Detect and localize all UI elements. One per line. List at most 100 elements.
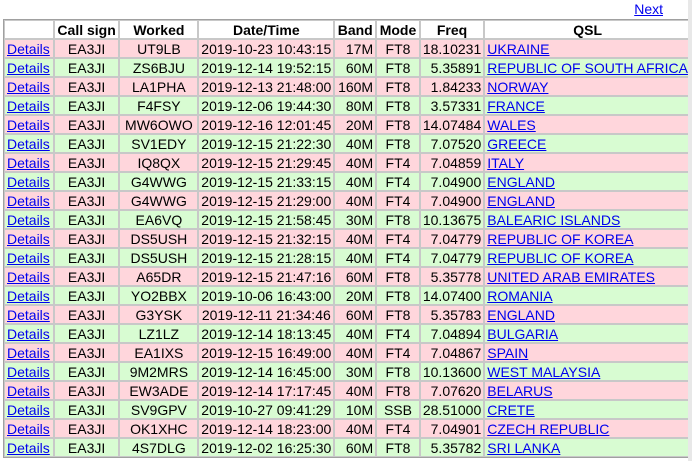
freq-cell: 5.35778 <box>419 267 485 286</box>
worked-cell: G4WWG <box>119 191 199 210</box>
page-edge <box>688 0 692 461</box>
mode-cell: FT8 <box>376 96 420 115</box>
details-cell: Details <box>4 115 54 134</box>
call-sign-cell: EA3JI <box>53 191 120 210</box>
call-sign-cell: EA3JI <box>53 248 120 267</box>
details-link[interactable]: Details <box>7 98 50 114</box>
details-link[interactable]: Details <box>7 60 50 76</box>
worked-cell: EA6VQ <box>119 210 199 229</box>
details-link[interactable]: Details <box>7 345 50 361</box>
call-sign-cell: EA3JI <box>53 210 120 229</box>
details-link[interactable]: Details <box>7 440 50 456</box>
table-row: Details EA3JI SV1EDY 2019-12-15 21:22:30 40M… <box>4 134 691 153</box>
band-cell: 60M <box>334 305 377 324</box>
qsl-country-link[interactable]: ENGLAND <box>487 193 555 209</box>
freq-cell: 7.07520 <box>419 134 485 153</box>
qsl-country-link[interactable]: CRETE <box>487 402 534 418</box>
band-cell: 30M <box>334 210 377 229</box>
datetime-cell: 2019-12-14 17:17:45 <box>198 381 335 400</box>
datetime-cell: 2019-12-02 16:25:30 <box>198 438 335 457</box>
header-band: Band <box>334 20 377 39</box>
freq-cell: 5.35782 <box>419 438 485 457</box>
datetime-cell: 2019-12-15 16:49:00 <box>198 343 335 362</box>
datetime-cell: 2019-12-15 21:33:15 <box>198 172 335 191</box>
header-freq: Freq <box>419 20 485 39</box>
qsl-country-link[interactable]: REPUBLIC OF SOUTH AFRICA <box>487 60 688 76</box>
qsl-country-link[interactable]: ENGLAND <box>487 307 555 323</box>
qsl-country-link[interactable]: WEST MALAYSIA <box>487 364 600 380</box>
details-cell: Details <box>4 191 54 210</box>
qsl-country-link[interactable]: CZECH REPUBLIC <box>487 421 609 437</box>
qsl-country-link[interactable]: FRANCE <box>487 98 545 114</box>
details-cell: Details <box>4 286 54 305</box>
details-link[interactable]: Details <box>7 326 50 342</box>
qsl-country-cell: SPAIN <box>484 343 691 362</box>
freq-cell: 10.13600 <box>419 362 485 381</box>
qsl-country-cell: REPUBLIC OF SOUTH AFRICA <box>484 58 691 77</box>
freq-cell: 14.07400 <box>419 286 485 305</box>
details-link[interactable]: Details <box>7 421 50 437</box>
freq-cell: 7.04779 <box>419 229 485 248</box>
header-datetime: Date/Time <box>198 20 335 39</box>
next-page-link[interactable]: Next <box>634 1 663 17</box>
mode-cell: FT8 <box>376 267 420 286</box>
qsl-country-link[interactable]: BALEARIC ISLANDS <box>487 212 620 228</box>
qsl-country-link[interactable]: NORWAY <box>487 79 548 95</box>
call-sign-cell: EA3JI <box>53 305 120 324</box>
worked-cell: SV9GPV <box>119 400 199 419</box>
details-link[interactable]: Details <box>7 402 50 418</box>
details-link[interactable]: Details <box>7 79 50 95</box>
details-link[interactable]: Details <box>7 212 50 228</box>
details-link[interactable]: Details <box>7 383 50 399</box>
details-link[interactable]: Details <box>7 193 50 209</box>
qsl-country-cell: ROMANIA <box>484 286 691 305</box>
freq-cell: 7.04867 <box>419 343 485 362</box>
qsl-country-link[interactable]: WALES <box>487 117 536 133</box>
worked-cell: UT9LB <box>119 39 199 58</box>
details-cell: Details <box>4 324 54 343</box>
band-cell: 40M <box>334 248 377 267</box>
details-cell: Details <box>4 39 54 58</box>
qsl-country-link[interactable]: SRI LANKA <box>487 440 560 456</box>
qsl-country-link[interactable]: GREECE <box>487 136 546 152</box>
table-row: Details EA3JI LA1PHA 2019-12-13 21:48:00 160… <box>4 77 691 96</box>
qsl-country-link[interactable]: REPUBLIC OF KOREA <box>487 231 633 247</box>
details-link[interactable]: Details <box>7 136 50 152</box>
details-link[interactable]: Details <box>7 41 50 57</box>
mode-cell: FT4 <box>376 324 420 343</box>
details-link[interactable]: Details <box>7 364 50 380</box>
details-link[interactable]: Details <box>7 174 50 190</box>
worked-cell: 9M2MRS <box>119 362 199 381</box>
details-link[interactable]: Details <box>7 155 50 171</box>
details-link[interactable]: Details <box>7 269 50 285</box>
qsl-country-cell: UNITED ARAB EMIRATES <box>484 267 691 286</box>
details-link[interactable]: Details <box>7 117 50 133</box>
qsl-country-cell: CZECH REPUBLIC <box>484 419 691 438</box>
freq-cell: 7.07620 <box>419 381 485 400</box>
details-link[interactable]: Details <box>7 250 50 266</box>
band-cell: 10M <box>334 400 377 419</box>
datetime-cell: 2019-12-14 18:13:45 <box>198 324 335 343</box>
mode-cell: FT4 <box>376 248 420 267</box>
qsl-country-cell: BULGARIA <box>484 324 691 343</box>
qsl-country-link[interactable]: ROMANIA <box>487 288 552 304</box>
qsl-country-link[interactable]: BULGARIA <box>487 326 558 342</box>
details-link[interactable]: Details <box>7 288 50 304</box>
qsl-country-link[interactable]: BELARUS <box>487 383 552 399</box>
call-sign-cell: EA3JI <box>53 381 120 400</box>
worked-cell: G4WWG <box>119 172 199 191</box>
mode-cell: SSB <box>376 400 420 419</box>
call-sign-cell: EA3JI <box>53 39 120 58</box>
details-link[interactable]: Details <box>7 231 50 247</box>
freq-cell: 1.84233 <box>419 77 485 96</box>
qsl-country-link[interactable]: ENGLAND <box>487 174 555 190</box>
qsl-country-link[interactable]: UKRAINE <box>487 41 549 57</box>
datetime-cell: 2019-12-14 16:45:00 <box>198 362 335 381</box>
details-cell: Details <box>4 210 54 229</box>
details-link[interactable]: Details <box>7 307 50 323</box>
qsl-country-link[interactable]: SPAIN <box>487 345 528 361</box>
qsl-country-link[interactable]: UNITED ARAB EMIRATES <box>487 269 655 285</box>
qsl-country-link[interactable]: REPUBLIC OF KOREA <box>487 250 633 266</box>
qsl-country-link[interactable]: ITALY <box>487 155 524 171</box>
freq-cell: 5.35783 <box>419 305 485 324</box>
